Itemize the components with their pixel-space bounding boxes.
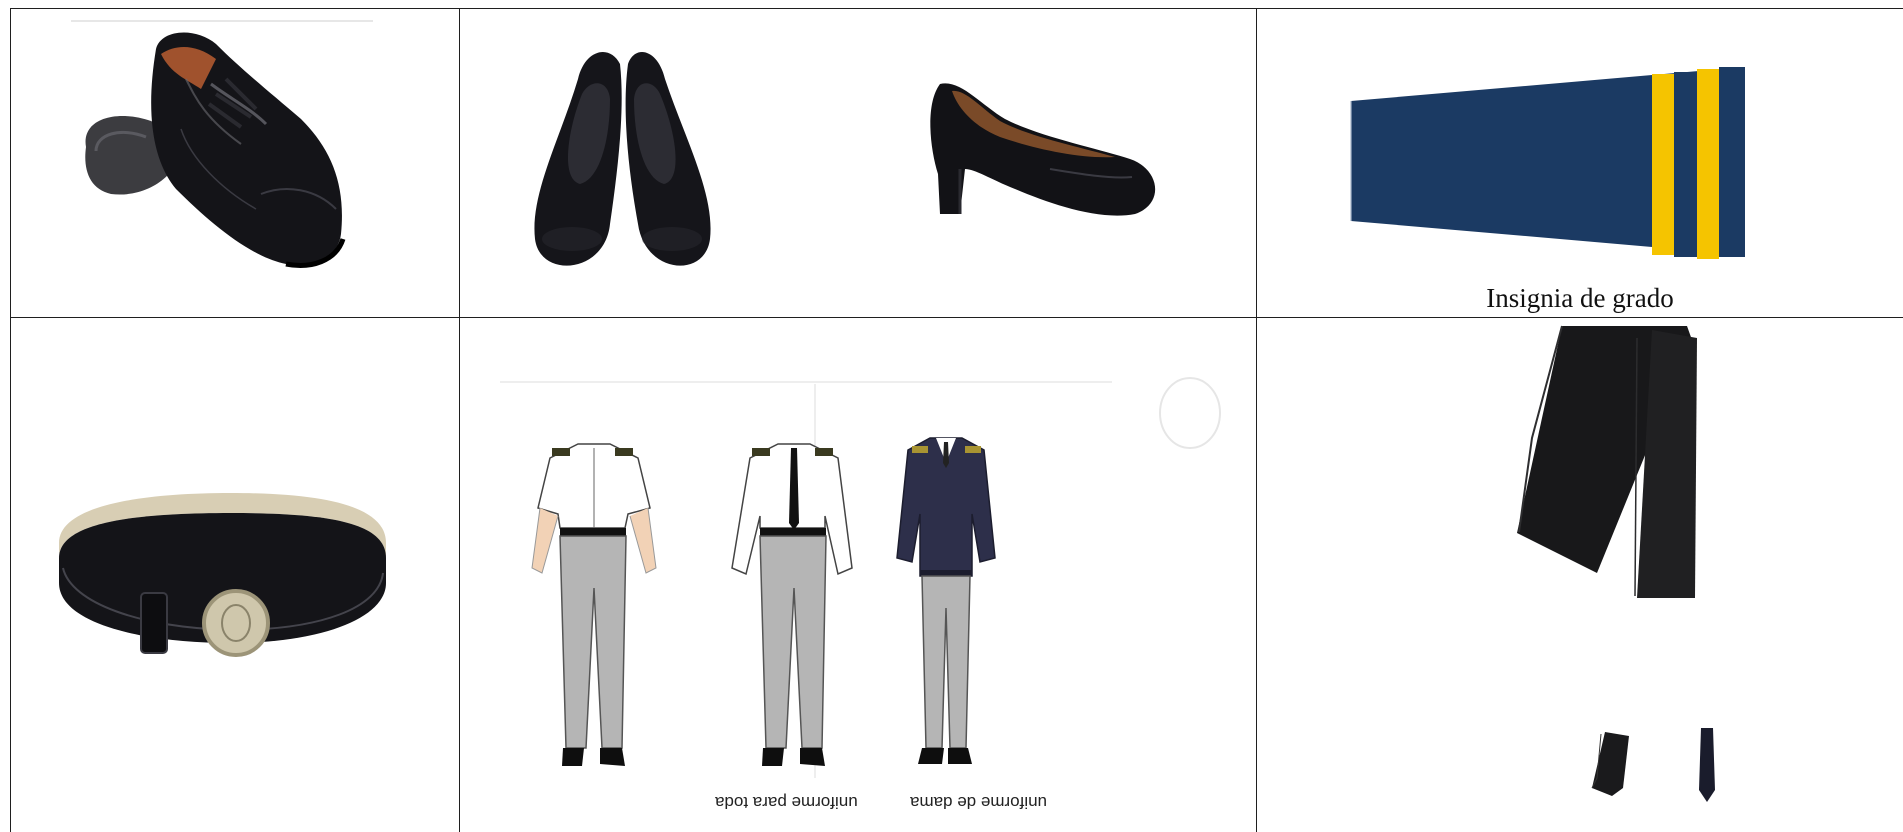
cell-oxford-shoe bbox=[11, 9, 459, 317]
insignia-caption: Insignia de grado bbox=[1486, 283, 1674, 313]
figure-long-sleeve-tie bbox=[731, 443, 853, 766]
cell-belt bbox=[11, 318, 459, 832]
uniform-figures-image bbox=[500, 377, 1221, 778]
rank-insignia-image bbox=[1350, 67, 1745, 259]
figure-navy-sweater bbox=[896, 437, 996, 764]
mirrored-label-left: uniforme para toda bbox=[715, 793, 858, 812]
cell-necktie bbox=[1257, 318, 1903, 832]
necktie-image bbox=[1517, 325, 1715, 802]
figure-short-sleeve bbox=[531, 443, 657, 766]
uniform-document-table: Insignia de grado uniforme para toda uni… bbox=[10, 8, 1903, 832]
mirrored-label-right: uniforme de dama bbox=[910, 793, 1048, 812]
cell-uniform-figures: uniforme para toda uniforme de dama bbox=[460, 318, 1256, 832]
cell-women-pumps bbox=[460, 9, 1256, 317]
cell-rank-insignia: Insignia de grado bbox=[1257, 9, 1903, 317]
oxford-shoe-image bbox=[71, 20, 373, 268]
belt-image bbox=[59, 493, 386, 657]
women-pumps-image bbox=[534, 52, 1156, 266]
